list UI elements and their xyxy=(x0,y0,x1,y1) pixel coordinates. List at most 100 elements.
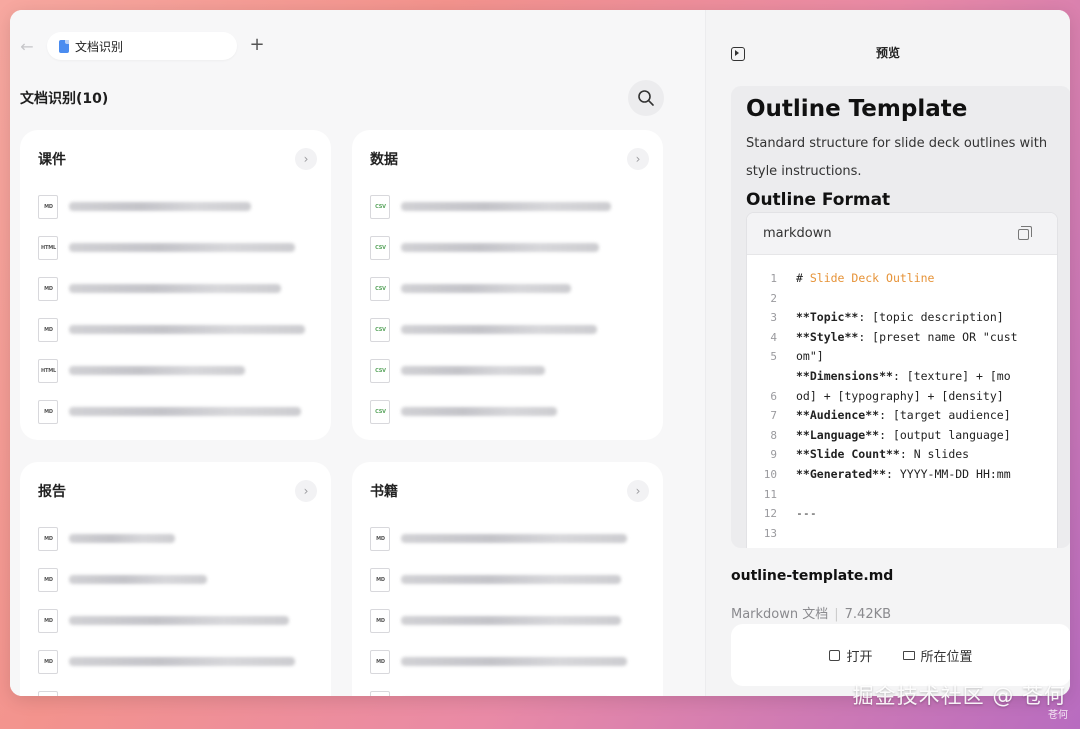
file-item[interactable]: MD xyxy=(370,600,645,641)
file-name-blurred xyxy=(401,284,571,293)
code-line: 4 **Style**: [preset name OR "cust xyxy=(747,328,1057,348)
open-button[interactable]: 打开 xyxy=(829,646,873,665)
file-type-label: MD xyxy=(44,576,53,583)
code-token: --- xyxy=(796,506,817,521)
back-button[interactable]: ← xyxy=(18,38,36,56)
file-item[interactable]: HTML xyxy=(38,227,313,268)
preview-pane: 预览 Outline Template Standard structure f… xyxy=(705,10,1070,696)
card-title: 报告 xyxy=(38,484,66,500)
search-button[interactable] xyxy=(628,80,664,116)
file-type-icon: MD xyxy=(38,276,58,301)
file-name-blurred xyxy=(69,407,301,416)
line-text: **Audience**: [target audience] xyxy=(796,406,1011,426)
file-type-label: MD xyxy=(44,203,53,210)
document-icon xyxy=(59,39,69,53)
code-line: 5 om"] xyxy=(747,347,1057,367)
file-type-icon: MD xyxy=(370,567,390,592)
file-item[interactable]: MD xyxy=(38,682,313,696)
tab-label: 文档识别 xyxy=(75,39,124,54)
file-type-icon: CSV xyxy=(370,276,390,301)
code-token: : N slides xyxy=(899,447,970,462)
file-type-label: MD xyxy=(376,576,385,583)
file-type-icon: MD xyxy=(370,608,390,633)
file-type-label: MD xyxy=(44,535,53,542)
file-item[interactable]: MD xyxy=(38,559,313,600)
chevron-right-icon[interactable]: › xyxy=(295,148,317,170)
file-item[interactable]: CSV xyxy=(370,309,645,350)
file-type-icon: MD xyxy=(38,608,58,633)
file-type-label: MD xyxy=(44,617,53,624)
file-item[interactable]: CSV xyxy=(370,268,645,309)
code-line: 2 xyxy=(747,289,1057,309)
card-header: 数据 › xyxy=(370,148,649,170)
line-number: 11 xyxy=(763,487,777,501)
add-tab-button[interactable]: + xyxy=(246,34,268,56)
markdown-preview[interactable]: Outline Template Standard structure for … xyxy=(731,86,1070,548)
card-header: 课件 › xyxy=(38,148,317,170)
file-item[interactable]: MD xyxy=(370,641,645,682)
meta-divider: | xyxy=(834,607,839,622)
code-token: : YYYY-MM-DD HH:mm xyxy=(886,466,1011,481)
file-type-label: CSV xyxy=(375,326,386,333)
file-item[interactable]: MD xyxy=(38,518,313,559)
code-line: 12 --- xyxy=(747,504,1057,524)
file-type-icon: MD xyxy=(38,526,58,551)
file-type-label: MD xyxy=(376,658,385,665)
file-name-blurred xyxy=(401,534,627,543)
code-block-header: markdown xyxy=(747,213,1057,255)
file-item[interactable]: CSV xyxy=(370,391,645,432)
line-number: 8 xyxy=(770,428,777,442)
category-card-courseware: 课件 › MD HTML MD MD HTML MD xyxy=(20,130,331,440)
code-line: 10 **Generated**: YYYY-MM-DD HH:mm xyxy=(747,465,1057,485)
code-token: # xyxy=(796,271,810,285)
file-item[interactable]: MD xyxy=(38,391,313,432)
code-line: 3 **Topic**: [topic description] xyxy=(747,308,1057,328)
file-name-blurred xyxy=(69,284,281,293)
file-item[interactable]: MD xyxy=(38,268,313,309)
code-lines: 1 # Slide Deck Outline 2 3 **Topic**: [topic… xyxy=(747,269,1057,543)
code-token: **Language** xyxy=(796,427,880,442)
card-title: 数据 xyxy=(370,152,398,168)
chevron-right-icon[interactable]: › xyxy=(295,480,317,502)
card-title: 课件 xyxy=(38,152,66,168)
file-name-blurred xyxy=(401,657,627,666)
file-item[interactable]: MD xyxy=(370,559,645,600)
category-card-reports: 报告 › MD MD MD MD MD xyxy=(20,462,331,696)
file-item[interactable]: MD xyxy=(370,682,645,696)
file-item[interactable]: MD xyxy=(370,518,645,559)
chevron-right-icon[interactable]: › xyxy=(627,480,649,502)
file-item[interactable]: CSV xyxy=(370,186,645,227)
code-line: 6 od] + [typography] + [density] xyxy=(747,387,1057,407)
document-browser-pane: ← 文档识别 + 文档识别(10) 课件 › MD HTML MD MD HTML MD … xyxy=(10,10,705,696)
tab-document-recognition[interactable]: 文档识别 xyxy=(47,32,237,60)
code-line: 13 xyxy=(747,524,1057,544)
file-name-blurred xyxy=(69,534,175,543)
file-item[interactable]: CSV xyxy=(370,350,645,391)
file-type-icon: HTML xyxy=(38,358,58,383)
code-line: **Dimensions**: [texture] + [mo xyxy=(747,367,1057,387)
file-type-icon: MD xyxy=(370,690,390,696)
file-item[interactable]: HTML xyxy=(38,350,313,391)
open-file-icon xyxy=(829,649,841,661)
preview-header: 预览 xyxy=(706,44,1070,66)
chevron-right-icon[interactable]: › xyxy=(627,148,649,170)
file-item[interactable]: CSV xyxy=(370,227,645,268)
file-type-icon: HTML xyxy=(38,235,58,260)
code-token: **Topic** xyxy=(796,310,859,325)
file-name-blurred xyxy=(69,202,251,211)
file-item[interactable]: MD xyxy=(38,600,313,641)
copy-icon[interactable] xyxy=(1018,226,1032,240)
card-header: 报告 › xyxy=(38,480,317,502)
file-meta: Markdown 文档 | 7.42KB xyxy=(731,603,891,622)
file-list: CSV CSV CSV CSV CSV CSV xyxy=(370,186,645,432)
file-type-icon: CSV xyxy=(370,194,390,219)
file-item[interactable]: MD xyxy=(38,309,313,350)
file-item[interactable]: MD xyxy=(38,186,313,227)
file-name-blurred xyxy=(69,325,305,334)
category-card-books: 书籍 › MD MD MD MD MD xyxy=(352,462,663,696)
show-location-button[interactable]: 所在位置 xyxy=(902,646,973,665)
file-name-blurred xyxy=(401,325,597,334)
file-type-label: MD xyxy=(44,285,53,292)
file-item[interactable]: MD xyxy=(38,641,313,682)
file-name-blurred xyxy=(401,616,621,625)
